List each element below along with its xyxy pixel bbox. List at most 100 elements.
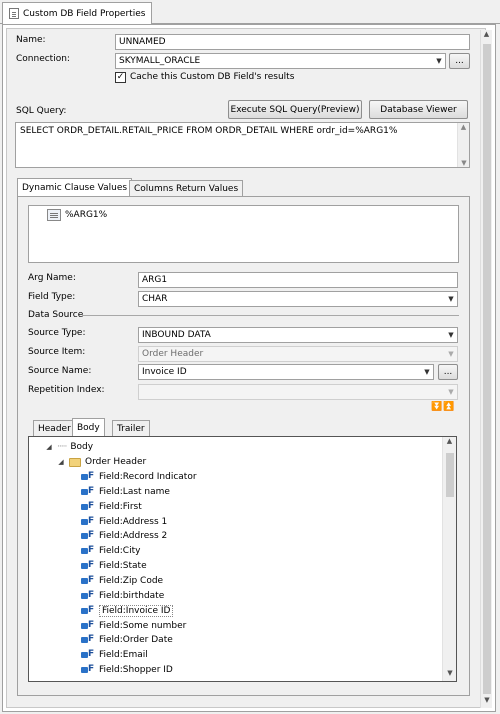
args-list[interactable]: %ARG1%	[28, 205, 459, 263]
field-type-label: Field Type:	[28, 292, 76, 302]
tree-node-label: Order Header	[85, 457, 147, 467]
repetition-index-field[interactable]: ▼	[138, 384, 458, 400]
tree-field-item[interactable]: Field:Order Date	[81, 633, 173, 647]
expanded-triangle-icon[interactable]: ◢	[57, 458, 65, 466]
data-source-divider	[82, 315, 459, 316]
cache-label: Cache this Custom DB Field's results	[130, 72, 295, 82]
scroll-up-arrow-icon[interactable]: ▲	[481, 30, 492, 42]
chevron-down-icon: ▼	[424, 368, 430, 376]
record-tree[interactable]: ◢ ····· Body ◢ Order Header Field:Record…	[28, 436, 457, 682]
field-icon	[81, 575, 95, 586]
expand-collapse-controls: ⏬ ⏫	[431, 402, 454, 412]
source-name-label: Source Name:	[28, 366, 92, 376]
tree-field-label: Field:State	[99, 561, 147, 572]
tab-header[interactable]: Header	[33, 420, 76, 437]
name-label: Name:	[16, 35, 46, 45]
scroll-down-arrow-icon[interactable]: ▼	[481, 696, 493, 708]
sql-query-label: SQL Query:	[16, 106, 67, 116]
tree-field-label: Field:Address 1	[99, 516, 168, 527]
args-list-item[interactable]: %ARG1%	[47, 209, 107, 221]
field-icon	[81, 516, 95, 527]
field-icon	[81, 649, 95, 660]
tree-field-label: Field:birthdate	[99, 590, 165, 601]
scroll-up-arrow-icon[interactable]: ▲	[458, 123, 469, 131]
connection-browse-button[interactable]: ...	[449, 53, 470, 69]
tree-field-label: Field:Email	[99, 650, 148, 661]
field-icon	[81, 605, 95, 616]
source-name-select[interactable]: Invoice ID ▼	[138, 364, 434, 380]
field-icon	[81, 634, 95, 645]
cache-checkbox[interactable]: ✓	[115, 72, 126, 83]
expanded-triangle-icon[interactable]: ◢	[45, 443, 53, 451]
scroll-thumb[interactable]	[483, 44, 491, 694]
tree-field-item[interactable]: Field:Address 2	[81, 529, 167, 543]
double-chevron-up-icon[interactable]: ⏫	[443, 402, 454, 412]
database-viewer-button[interactable]: Database Viewer	[369, 100, 468, 119]
connection-label: Connection:	[16, 54, 70, 64]
tab-columns-return-values[interactable]: Columns Return Values	[129, 180, 244, 197]
field-type-select[interactable]: CHAR ▼	[138, 291, 458, 307]
folder-icon	[69, 457, 81, 467]
sql-query-text: SELECT ORDR_DETAIL.RETAIL_PRICE FROM ORD…	[20, 126, 398, 136]
tree-field-item[interactable]: Field:Invoice ID	[81, 604, 174, 618]
source-type-value: INBOUND DATA	[142, 330, 211, 340]
tree-scrollbar[interactable]: ▲ ▼	[442, 437, 456, 681]
sql-scrollbar[interactable]: ▲ ▼	[457, 123, 469, 167]
tree-node-body[interactable]: ◢ ····· Body	[45, 440, 93, 454]
tab-trailer[interactable]: Trailer	[112, 420, 150, 437]
tree-field-item[interactable]: Field:Last name	[81, 485, 170, 499]
tree-field-item[interactable]: Field:Shopper ID	[81, 663, 173, 677]
tree-field-item[interactable]: Field:Email	[81, 648, 148, 662]
tree-node-order-header[interactable]: ◢ Order Header	[57, 455, 146, 469]
tree-field-label: Field:Invoice ID	[99, 604, 174, 617]
tree-field-label: Field:Some number	[99, 620, 187, 631]
tree-field-item[interactable]: Field:Some number	[81, 619, 186, 633]
arg-name-field[interactable]: ARG1	[138, 272, 458, 288]
tree-field-item[interactable]: Field:Record Indicator	[81, 470, 197, 484]
scroll-up-arrow-icon[interactable]: ▲	[443, 437, 456, 449]
tab-dynamic-clause-values[interactable]: Dynamic Clause Values	[17, 178, 133, 197]
tab-body[interactable]: Body	[72, 418, 105, 437]
chevron-down-icon: ▼	[448, 350, 454, 358]
scroll-down-arrow-icon[interactable]: ▼	[443, 669, 457, 681]
field-icon	[81, 530, 95, 541]
field-icon	[81, 664, 95, 675]
args-list-item-label: %ARG1%	[65, 210, 108, 220]
connection-select[interactable]: SKYMALL_ORACLE ▼	[115, 53, 446, 69]
field-icon	[81, 545, 95, 556]
tree-field-item[interactable]: Field:Zip Code	[81, 574, 163, 588]
field-icon	[81, 590, 95, 601]
chevron-down-icon: ▼	[448, 295, 454, 303]
source-item-value: Order Header	[142, 349, 204, 359]
name-field[interactable]: UNNAMED	[115, 34, 470, 50]
field-icon	[81, 620, 95, 631]
field-icon	[81, 486, 95, 497]
scroll-down-arrow-icon[interactable]: ▼	[458, 159, 470, 167]
tree-field-label: Field:Address 2	[99, 531, 168, 542]
chevron-down-icon: ▼	[448, 331, 454, 339]
source-name-browse-button[interactable]: ...	[438, 364, 458, 380]
sql-query-textarea[interactable]: SELECT ORDR_DETAIL.RETAIL_PRICE FROM ORD…	[15, 122, 470, 168]
tree-field-label: Field:Shopper ID	[99, 665, 173, 676]
panel-scrollbar[interactable]: ▲ ▼	[480, 30, 492, 708]
document-tab-title: Custom DB Field Properties	[23, 8, 146, 19]
argument-icon	[47, 209, 61, 221]
tree-field-label: Field:Zip Code	[99, 575, 164, 586]
scroll-thumb[interactable]	[446, 453, 454, 497]
tree-field-label: Field:Order Date	[99, 635, 173, 646]
source-item-label: Source Item:	[28, 347, 86, 357]
tree-field-item[interactable]: Field:City	[81, 544, 140, 558]
source-type-select[interactable]: INBOUND DATA ▼	[138, 327, 458, 343]
tree-field-item[interactable]: Field:State	[81, 559, 147, 573]
double-chevron-down-icon[interactable]: ⏬	[431, 402, 442, 412]
tree-field-label: Field:First	[99, 501, 142, 512]
field-type-value: CHAR	[142, 294, 168, 304]
tree-field-item[interactable]: Field:Address 1	[81, 515, 167, 529]
document-tab[interactable]: Custom DB Field Properties	[2, 2, 152, 24]
repetition-index-label: Repetition Index:	[28, 385, 105, 395]
tree-field-item[interactable]: Field:First	[81, 500, 142, 514]
field-icon	[81, 471, 95, 482]
source-item-select[interactable]: Order Header ▼	[138, 346, 458, 362]
execute-sql-button[interactable]: Execute SQL Query(Preview)	[228, 100, 362, 119]
tree-field-item[interactable]: Field:birthdate	[81, 589, 164, 603]
